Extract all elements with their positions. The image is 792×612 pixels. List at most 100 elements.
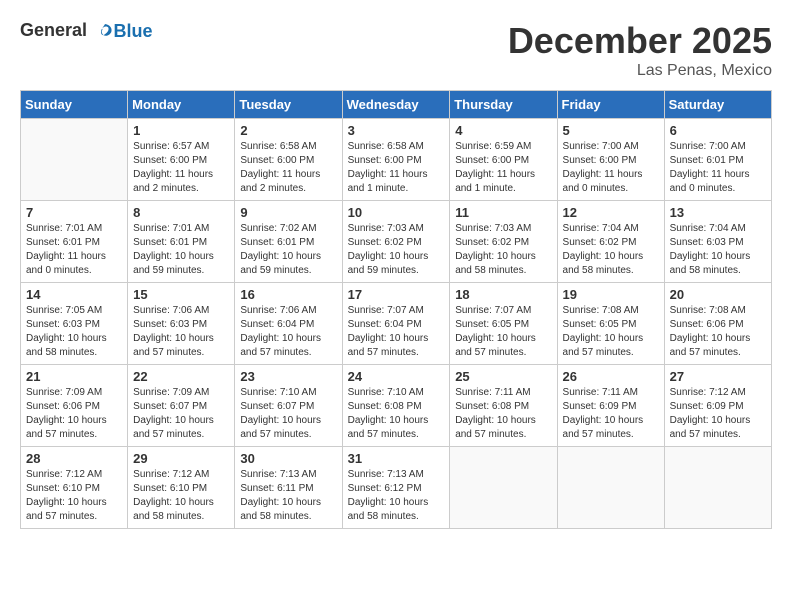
logo-bird-icon (94, 21, 116, 43)
calendar-cell: 8 Sunrise: 7:01 AMSunset: 6:01 PMDaylight… (128, 201, 235, 283)
calendar-cell: 23 Sunrise: 7:10 AMSunset: 6:07 PMDayligh… (235, 365, 342, 447)
calendar-cell: 21 Sunrise: 7:09 AMSunset: 6:06 PMDayligh… (21, 365, 128, 447)
calendar-cell (557, 447, 664, 529)
location-title: Las Penas, Mexico (508, 62, 772, 80)
calendar-cell: 12 Sunrise: 7:04 AMSunset: 6:02 PMDayligh… (557, 201, 664, 283)
header: General Blue December 2025 Las Penas, Me… (20, 20, 772, 80)
day-info: Sunrise: 7:07 AMSunset: 6:05 PMDaylight:… (455, 304, 551, 360)
calendar-cell (664, 447, 771, 529)
day-number: 13 (670, 205, 766, 220)
day-number: 9 (240, 205, 336, 220)
calendar-cell: 4 Sunrise: 6:59 AMSunset: 6:00 PMDaylight… (450, 119, 557, 201)
day-number: 21 (26, 369, 122, 384)
calendar-cell: 14 Sunrise: 7:05 AMSunset: 6:03 PMDayligh… (21, 283, 128, 365)
calendar-cell: 19Sunrise: 7:08 AMSunset: 6:05 PMDayligh… (557, 283, 664, 365)
weekday-header: Sunday (21, 91, 128, 119)
calendar-cell: 27 Sunrise: 7:12 AMSunset: 6:09 PMDayligh… (664, 365, 771, 447)
day-info: Sunrise: 7:11 AMSunset: 6:09 PMDaylight:… (563, 386, 659, 442)
day-number: 12 (563, 205, 659, 220)
day-info: Sunrise: 6:58 AMSunset: 6:00 PMDaylight:… (240, 140, 336, 196)
weekday-header: Tuesday (235, 91, 342, 119)
day-info: Sunrise: 7:09 AMSunset: 6:06 PMDaylight:… (26, 386, 122, 442)
calendar-cell (450, 447, 557, 529)
day-number: 2 (240, 123, 336, 138)
day-info: Sunrise: 7:03 AMSunset: 6:02 PMDaylight:… (348, 222, 445, 278)
day-info: Sunrise: 7:00 AMSunset: 6:00 PMDaylight:… (563, 140, 659, 196)
calendar-cell: 13 Sunrise: 7:04 AMSunset: 6:03 PMDayligh… (664, 201, 771, 283)
calendar-cell: 5 Sunrise: 7:00 AMSunset: 6:00 PMDaylight… (557, 119, 664, 201)
day-info: Sunrise: 7:02 AMSunset: 6:01 PMDaylight:… (240, 222, 336, 278)
day-info: Sunrise: 7:07 AMSunset: 6:04 PMDaylight:… (348, 304, 445, 360)
day-number: 10 (348, 205, 445, 220)
day-number: 19 (563, 287, 659, 302)
day-info: Sunrise: 7:01 AMSunset: 6:01 PMDaylight:… (133, 222, 229, 278)
calendar-cell: 6Sunrise: 7:00 AMSunset: 6:01 PMDaylight… (664, 119, 771, 201)
calendar-cell: 3Sunrise: 6:58 AMSunset: 6:00 PMDaylight… (342, 119, 450, 201)
day-number: 29 (133, 451, 229, 466)
month-title: December 2025 (508, 20, 772, 62)
day-info: Sunrise: 7:12 AMSunset: 6:09 PMDaylight:… (670, 386, 766, 442)
calendar-cell: 16 Sunrise: 7:06 AMSunset: 6:04 PMDayligh… (235, 283, 342, 365)
calendar-cell: 31Sunrise: 7:13 AMSunset: 6:12 PMDayligh… (342, 447, 450, 529)
calendar-cell: 29 Sunrise: 7:12 AMSunset: 6:10 PMDayligh… (128, 447, 235, 529)
day-info: Sunrise: 7:10 AMSunset: 6:07 PMDaylight:… (240, 386, 336, 442)
day-number: 23 (240, 369, 336, 384)
logo-general: General (20, 20, 87, 40)
day-info: Sunrise: 7:09 AMSunset: 6:07 PMDaylight:… (133, 386, 229, 442)
calendar-week-row: 14 Sunrise: 7:05 AMSunset: 6:03 PMDayligh… (21, 283, 772, 365)
day-number: 28 (26, 451, 122, 466)
calendar-cell: 25 Sunrise: 7:11 AMSunset: 6:08 PMDayligh… (450, 365, 557, 447)
day-number: 7 (26, 205, 122, 220)
weekday-header: Monday (128, 91, 235, 119)
weekday-header: Friday (557, 91, 664, 119)
weekday-header: Wednesday (342, 91, 450, 119)
day-number: 1 (133, 123, 229, 138)
day-info: Sunrise: 7:12 AMSunset: 6:10 PMDaylight:… (26, 468, 122, 524)
calendar-cell: 11 Sunrise: 7:03 AMSunset: 6:02 PMDayligh… (450, 201, 557, 283)
calendar-week-row: 21 Sunrise: 7:09 AMSunset: 6:06 PMDayligh… (21, 365, 772, 447)
calendar-week-row: 28 Sunrise: 7:12 AMSunset: 6:10 PMDayligh… (21, 447, 772, 529)
logo-blue: Blue (114, 21, 153, 41)
day-info: Sunrise: 7:11 AMSunset: 6:08 PMDaylight:… (455, 386, 551, 442)
logo: General Blue (20, 20, 153, 43)
day-number: 11 (455, 205, 551, 220)
day-info: Sunrise: 6:59 AMSunset: 6:00 PMDaylight:… (455, 140, 551, 196)
calendar-cell: 15Sunrise: 7:06 AMSunset: 6:03 PMDayligh… (128, 283, 235, 365)
day-number: 16 (240, 287, 336, 302)
day-info: Sunrise: 7:04 AMSunset: 6:02 PMDaylight:… (563, 222, 659, 278)
calendar-cell: 9 Sunrise: 7:02 AMSunset: 6:01 PMDaylight… (235, 201, 342, 283)
calendar-cell: 28 Sunrise: 7:12 AMSunset: 6:10 PMDayligh… (21, 447, 128, 529)
day-number: 26 (563, 369, 659, 384)
calendar-cell: 20 Sunrise: 7:08 AMSunset: 6:06 PMDayligh… (664, 283, 771, 365)
day-number: 27 (670, 369, 766, 384)
day-info: Sunrise: 7:10 AMSunset: 6:08 PMDaylight:… (348, 386, 445, 442)
calendar-cell (21, 119, 128, 201)
day-number: 15 (133, 287, 229, 302)
day-info: Sunrise: 7:08 AMSunset: 6:06 PMDaylight:… (670, 304, 766, 360)
calendar-cell: 22Sunrise: 7:09 AMSunset: 6:07 PMDayligh… (128, 365, 235, 447)
calendar-cell: 2 Sunrise: 6:58 AMSunset: 6:00 PMDaylight… (235, 119, 342, 201)
weekday-header: Thursday (450, 91, 557, 119)
calendar-cell: 24Sunrise: 7:10 AMSunset: 6:08 PMDayligh… (342, 365, 450, 447)
day-number: 8 (133, 205, 229, 220)
day-info: Sunrise: 6:58 AMSunset: 6:00 PMDaylight:… (348, 140, 445, 196)
day-number: 5 (563, 123, 659, 138)
calendar: SundayMondayTuesdayWednesdayThursdayFrid… (20, 90, 772, 529)
day-info: Sunrise: 7:06 AMSunset: 6:04 PMDaylight:… (240, 304, 336, 360)
day-info: Sunrise: 6:57 AMSunset: 6:00 PMDaylight:… (133, 140, 229, 196)
calendar-cell: 26 Sunrise: 7:11 AMSunset: 6:09 PMDayligh… (557, 365, 664, 447)
day-number: 30 (240, 451, 336, 466)
day-info: Sunrise: 7:04 AMSunset: 6:03 PMDaylight:… (670, 222, 766, 278)
day-info: Sunrise: 7:05 AMSunset: 6:03 PMDaylight:… (26, 304, 122, 360)
day-info: Sunrise: 7:03 AMSunset: 6:02 PMDaylight:… (455, 222, 551, 278)
day-number: 14 (26, 287, 122, 302)
day-info: Sunrise: 7:12 AMSunset: 6:10 PMDaylight:… (133, 468, 229, 524)
day-info: Sunrise: 7:01 AMSunset: 6:01 PMDaylight:… (26, 222, 122, 278)
calendar-week-row: 1 Sunrise: 6:57 AMSunset: 6:00 PMDaylight… (21, 119, 772, 201)
day-number: 25 (455, 369, 551, 384)
day-number: 20 (670, 287, 766, 302)
day-info: Sunrise: 7:00 AMSunset: 6:01 PMDaylight:… (670, 140, 766, 196)
calendar-cell: 7 Sunrise: 7:01 AMSunset: 6:01 PMDaylight… (21, 201, 128, 283)
day-number: 4 (455, 123, 551, 138)
day-number: 31 (348, 451, 445, 466)
